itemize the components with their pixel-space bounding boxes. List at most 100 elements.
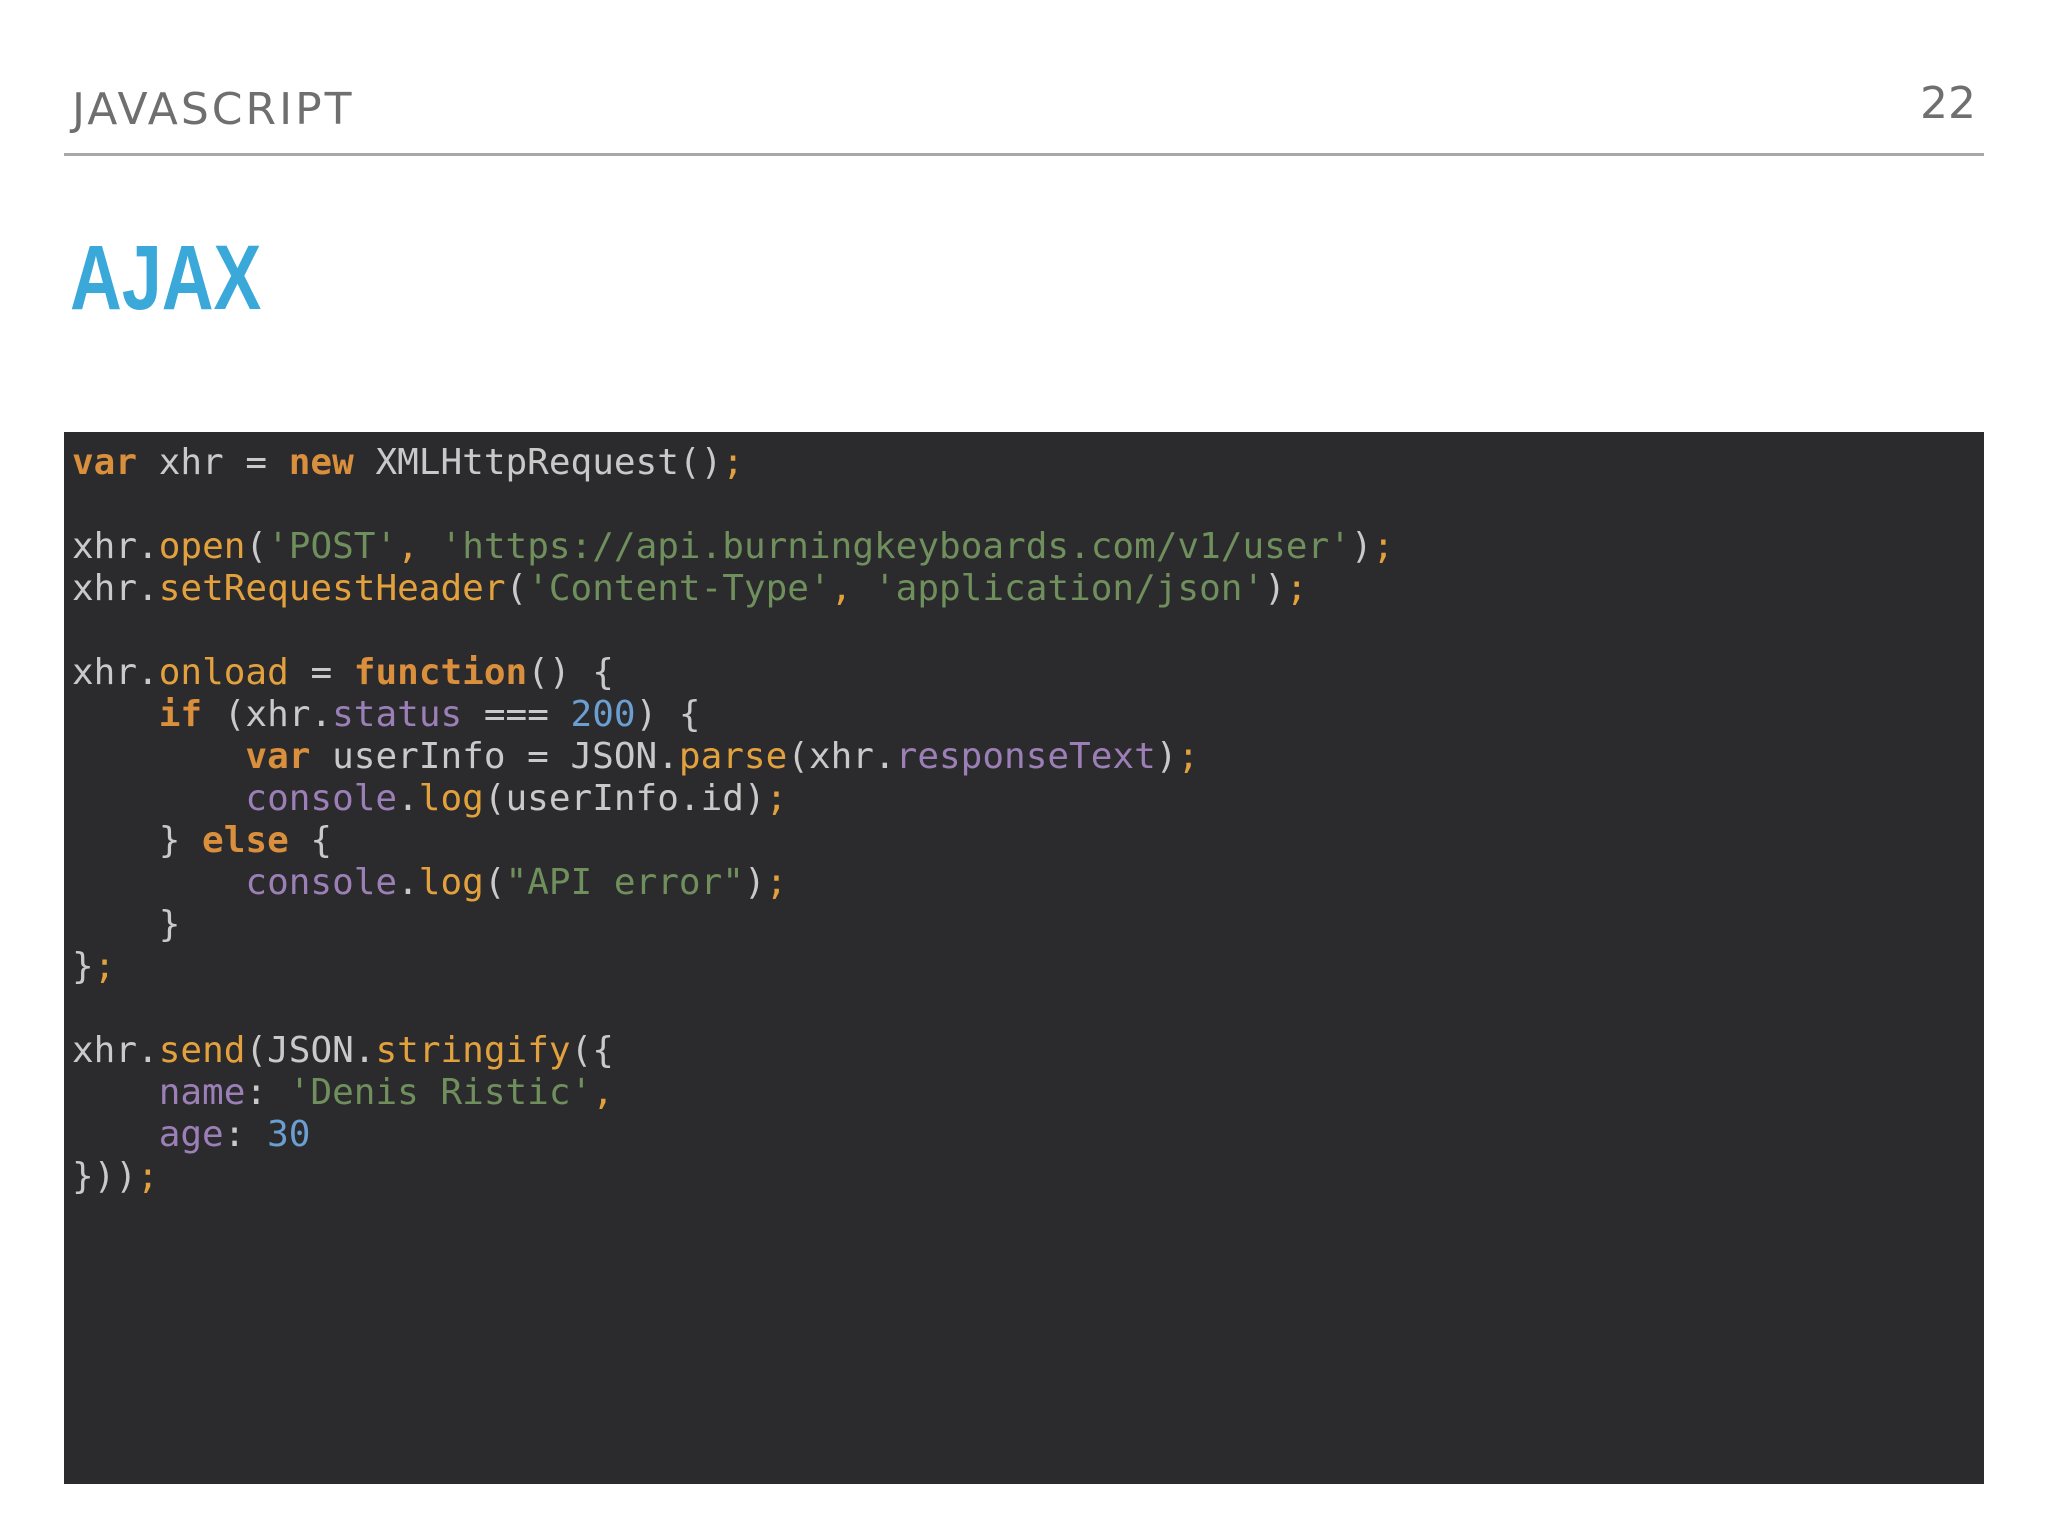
code-token: onload	[158, 652, 289, 693]
code-token: setRequestHeader	[158, 568, 506, 609]
code-token: ,	[397, 526, 441, 567]
code-token: }	[72, 904, 181, 945]
code-token: .	[397, 778, 419, 819]
code-token: () {	[527, 652, 614, 693]
code-token: console	[245, 862, 398, 903]
code-token: 30	[267, 1114, 311, 1155]
code-token: ===	[462, 694, 571, 735]
code-token: userInfo = JSON	[310, 736, 658, 777]
code-token: log	[418, 862, 484, 903]
code-line: xhr.setRequestHeader('Content-Type', 'ap…	[72, 568, 1984, 610]
code-token: 'POST'	[267, 526, 398, 567]
code-token: new	[288, 442, 354, 483]
code-token: )	[1264, 568, 1286, 609]
code-token: ;	[1372, 526, 1395, 567]
code-token: xhr	[72, 526, 138, 567]
code-token: (xhr	[202, 694, 311, 735]
code-token: 'Content-Type'	[527, 568, 831, 609]
code-listing: var xhr = new XMLHttpRequest(); xhr.open…	[72, 442, 1984, 1198]
header-divider	[64, 153, 1984, 156]
code-line: xhr.send(JSON.stringify({	[72, 1030, 1984, 1072]
code-line: };	[72, 946, 1984, 988]
code-token: responseText	[895, 736, 1156, 777]
code-line: }));	[72, 1156, 1984, 1198]
code-line: var userInfo = JSON.parse(xhr.responseTe…	[72, 736, 1984, 778]
code-token: (userInfo.id)	[483, 778, 766, 819]
code-token: 'https://api.burningkeyboards.com/v1/use…	[440, 526, 1351, 567]
code-block: var xhr = new XMLHttpRequest(); xhr.open…	[64, 432, 1984, 1484]
code-token: console	[245, 778, 398, 819]
code-line: xhr.onload = function() {	[72, 652, 1984, 694]
code-token: ;	[1285, 568, 1308, 609]
code-token: function	[353, 652, 528, 693]
code-token: ({	[570, 1030, 614, 1071]
code-token: :	[245, 1072, 289, 1113]
code-token: 'Denis Ristic'	[288, 1072, 593, 1113]
code-token: (	[505, 568, 528, 609]
code-line: console.log("API error");	[72, 862, 1984, 904]
code-token: =	[288, 652, 354, 693]
code-line: var xhr = new XMLHttpRequest();	[72, 442, 1984, 484]
code-token: parse	[678, 736, 788, 777]
code-token: xhr =	[137, 442, 289, 483]
code-token: ;	[722, 442, 744, 483]
code-token: ;	[137, 1156, 159, 1197]
code-token: .	[873, 736, 896, 777]
code-token: .	[397, 862, 419, 903]
code-token: (	[483, 862, 506, 903]
page-number: 22	[1920, 78, 1976, 129]
code-token: .	[137, 1030, 159, 1071]
code-token: ,	[592, 1072, 614, 1113]
code-token: }	[72, 946, 94, 987]
code-token: age	[158, 1114, 224, 1155]
code-token: name	[158, 1072, 246, 1113]
code-token: xhr	[72, 652, 138, 693]
code-token: .	[137, 568, 159, 609]
code-line: console.log(userInfo.id);	[72, 778, 1984, 820]
code-token: XMLHttpRequest()	[353, 442, 723, 483]
code-token: var	[72, 442, 138, 483]
code-token: 'application/json'	[873, 568, 1265, 609]
code-token: )	[1155, 736, 1178, 777]
code-token: :	[223, 1114, 268, 1155]
code-token: ;	[765, 778, 788, 819]
code-token: ;	[1177, 736, 1200, 777]
code-token: .	[353, 1030, 376, 1071]
code-token: ;	[765, 862, 788, 903]
code-token: }	[72, 820, 203, 861]
code-token: ,	[830, 568, 874, 609]
code-token: .	[137, 652, 159, 693]
code-token: if	[158, 694, 203, 735]
code-token: log	[418, 778, 484, 819]
code-token: status	[332, 694, 463, 735]
code-token: .	[137, 526, 159, 567]
code-token: (xhr	[787, 736, 874, 777]
section-label: JAVASCRIPT	[72, 84, 355, 135]
code-line: age: 30	[72, 1114, 1984, 1156]
code-token: xhr	[72, 568, 138, 609]
code-token: 200	[570, 694, 636, 735]
code-token: }))	[72, 1156, 138, 1197]
code-token: .	[657, 736, 679, 777]
code-line: }	[72, 904, 1984, 946]
code-token: (JSON	[245, 1030, 354, 1071]
code-token: xhr	[72, 1030, 138, 1071]
code-token: )	[1350, 526, 1373, 567]
code-token: var	[245, 736, 311, 777]
code-token: ;	[93, 946, 116, 987]
code-token: else	[202, 820, 289, 861]
code-line: if (xhr.status === 200) {	[72, 694, 1984, 736]
code-line: name: 'Denis Ristic',	[72, 1072, 1984, 1114]
code-token: ) {	[635, 694, 701, 735]
code-token: (	[245, 526, 268, 567]
code-token: stringify	[375, 1030, 571, 1071]
